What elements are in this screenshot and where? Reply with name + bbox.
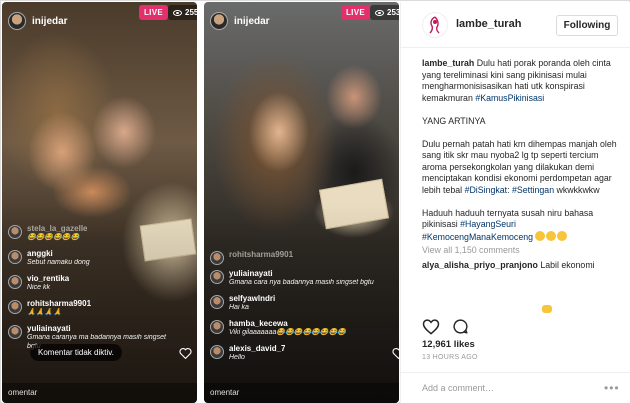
comment-bar-hint: omentar xyxy=(204,383,399,403)
laughing-emoji-icon xyxy=(546,230,557,241)
comment-user: selfyawlndri xyxy=(229,294,276,303)
hashtag-link[interactable]: #HayangSeuri xyxy=(460,219,516,229)
avatar xyxy=(210,295,224,309)
avatar xyxy=(210,251,224,265)
list-item: stela_la_gazelle 😂😂😂😂😂😂 xyxy=(8,224,193,244)
live-username: inijedar xyxy=(32,15,68,27)
hashtag-link[interactable]: #KamusPikinisasi xyxy=(475,93,544,103)
instagram-post-window: inijedar LIVE 2555 stela_la_gazelle 😂😂😂😂… xyxy=(0,0,630,403)
avatar xyxy=(8,325,22,339)
live-badge: LIVE xyxy=(139,5,168,20)
post-actions xyxy=(422,316,469,336)
comment-user: alexis_david_7 xyxy=(229,344,286,353)
comment-text: Sebut namaku dong xyxy=(27,259,90,266)
lambe-turah-logo-icon xyxy=(429,16,440,34)
add-comment-bar: ••• xyxy=(401,372,630,403)
list-item: vio_rentika Nice kk xyxy=(8,274,193,294)
avatar xyxy=(8,12,26,30)
avatar xyxy=(210,345,224,359)
post-details-panel: lambe_turah Following lambe_turah Dulu h… xyxy=(400,2,630,403)
caption-paragraph: Haduuh haduuh ternyata susah niru bahasa… xyxy=(422,208,625,244)
comment-text: Labil ekonomi xyxy=(540,259,595,270)
list-item: rohitsharma9901 xyxy=(210,250,395,265)
live-comments: stela_la_gazelle 😂😂😂😂😂😂 anggki Sebut nam… xyxy=(8,224,193,357)
post-username[interactable]: lambe_turah xyxy=(456,18,521,30)
heart-icon[interactable] xyxy=(179,347,192,359)
heart-icon[interactable] xyxy=(392,347,399,359)
view-all-comments-link[interactable]: View all 1,150 comments xyxy=(422,245,625,257)
comment-user: hamba_kecewa xyxy=(229,319,288,328)
live-username: inijedar xyxy=(234,15,270,27)
post-header: lambe_turah Following xyxy=(401,2,630,48)
post-media[interactable]: inijedar LIVE 2555 stela_la_gazelle 😂😂😂😂… xyxy=(2,2,399,403)
likes-count[interactable]: 12,961 likes xyxy=(422,339,475,350)
avatar xyxy=(210,12,228,30)
caption-paragraph: Dulu pernah patah hati krn dihempas manj… xyxy=(422,139,625,197)
comment-text: Hai ka xyxy=(229,304,249,311)
comment-user: yuliainayati xyxy=(27,324,71,333)
comment-user: stela_la_gazelle xyxy=(27,224,88,233)
caption-paragraph: lambe_turah Dulu hati porak poranda oleh… xyxy=(422,58,625,104)
avatar xyxy=(8,300,22,314)
comment-text: Viki gilaaaaaaa😂😂😂😂😂😂😂😂 xyxy=(229,329,347,336)
avatar xyxy=(8,275,22,289)
eye-icon xyxy=(375,9,384,16)
comment-text: Hello xyxy=(229,354,245,361)
list-item: alya_alisha_priyo_pranjono Labil ekonomi xyxy=(422,260,625,272)
list-item: anggki Sebut namaku dong xyxy=(8,249,193,269)
comment-text: 🙏🙏🙏🙏 xyxy=(27,309,62,316)
viewer-count: 2538 xyxy=(370,5,399,20)
comment-user[interactable]: alya_alisha_priyo_pranjono xyxy=(422,260,538,270)
comment-bar-hint: omentar xyxy=(2,383,197,403)
list-item: rohitsharma9901 🙏🙏🙏🙏 xyxy=(8,299,193,319)
comment-user: vio_rentika xyxy=(27,274,70,283)
live-video-frame-2: inijedar LIVE 2538 rohitsharma9901 xyxy=(204,2,399,403)
avatar xyxy=(210,320,224,334)
avatar xyxy=(8,225,22,239)
more-options-icon[interactable]: ••• xyxy=(604,381,620,395)
comment-input[interactable] xyxy=(422,381,592,395)
avatar xyxy=(8,250,22,264)
caption-separator: : xyxy=(507,184,510,195)
hashtag-link[interactable]: #KemocengManaKemoceng xyxy=(422,232,533,242)
caption-text: wkwkkwkw xyxy=(556,184,600,195)
list-item: alexis_david_7 Hello xyxy=(210,344,395,364)
avatar[interactable] xyxy=(422,12,448,38)
partial-emoji-icon xyxy=(542,305,552,313)
like-heart-icon[interactable] xyxy=(422,318,440,335)
comments-disabled-toast: Komentar tidak diktiv. xyxy=(30,344,122,361)
list-item: selfyawlndri Hai ka xyxy=(210,294,395,314)
eye-icon xyxy=(173,9,182,16)
comment-text: Nice kk xyxy=(27,284,50,291)
post-timestamp: 13 HOURS AGO xyxy=(422,354,478,361)
viewer-count-value: 2555 xyxy=(185,8,197,17)
live-comments: rohitsharma9901 yuliainayati Gmana cara … xyxy=(210,250,395,369)
caption-paragraph: YANG ARTINYA xyxy=(422,115,486,126)
comment-text: 😂😂😂😂😂😂 xyxy=(27,234,80,241)
avatar xyxy=(210,270,224,284)
following-button[interactable]: Following xyxy=(556,15,618,36)
comment-user: rohitsharma9901 xyxy=(27,299,92,308)
list-item: hamba_kecewa Viki gilaaaaaaa😂😂😂😂😂😂😂😂 xyxy=(210,319,395,339)
hashtag-link[interactable]: #DiSingkat xyxy=(465,185,508,195)
caption-and-comments: lambe_turah Dulu hati porak poranda oleh… xyxy=(422,58,625,311)
hashtag-link[interactable]: #Settingan xyxy=(512,185,554,195)
viewer-count-value: 2538 xyxy=(387,8,399,17)
comment-user: rohitsharma9901 xyxy=(229,250,294,259)
list-item: yuliainayati Gmana cara nya badannya mas… xyxy=(210,269,395,289)
caption-username[interactable]: lambe_turah xyxy=(422,58,474,68)
comment-bubble-icon[interactable] xyxy=(452,318,469,335)
live-video-frame-1: inijedar LIVE 2555 stela_la_gazelle 😂😂😂😂… xyxy=(2,2,197,403)
viewer-count: 2555 xyxy=(168,5,197,20)
laughing-emoji-icon xyxy=(535,230,546,241)
comment-user: anggki xyxy=(27,249,53,258)
live-badge: LIVE xyxy=(341,5,370,20)
comment-text: Gmana cara nya badannya masih singset bg… xyxy=(229,279,374,286)
laughing-emoji-icon xyxy=(557,230,568,241)
comment-user: yuliainayati xyxy=(229,269,273,278)
